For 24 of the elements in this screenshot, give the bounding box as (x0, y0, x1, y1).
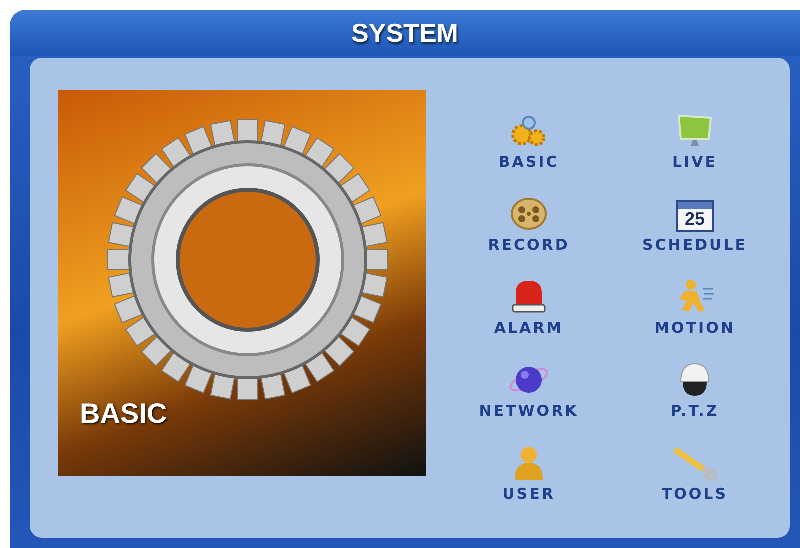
menu-item[interactable]: LIVE (620, 94, 770, 177)
menu-label: P.T.Z (670, 402, 720, 420)
menu-item[interactable]: USER (454, 426, 604, 509)
menu-label: BASIC (498, 153, 560, 171)
menu-label: SCHEDULE (641, 236, 749, 254)
menu-item[interactable]: BASIC (454, 94, 604, 177)
preview-caption: BASIC (80, 398, 168, 430)
menu-label: MOTION (654, 319, 736, 337)
wrench-icon (673, 445, 717, 481)
menu-label: NETWORK (478, 402, 580, 420)
menu-label: LIVE (672, 153, 718, 171)
menu-item[interactable]: TOOLS (620, 426, 770, 509)
menu-item[interactable]: 25 SCHEDULE (620, 177, 770, 260)
menu-label: RECORD (487, 236, 571, 254)
menu-item[interactable]: P.T.Z (620, 343, 770, 426)
menu-item[interactable]: RECORD (454, 177, 604, 260)
menu-label: TOOLS (660, 485, 730, 503)
calendar-icon: 25 (676, 200, 714, 232)
menu-label: ALARM (493, 319, 565, 337)
menu-label: USER (502, 485, 556, 503)
menu-item[interactable]: NETWORK (454, 343, 604, 426)
menu-item[interactable]: ALARM (454, 260, 604, 343)
window-title: SYSTEM (352, 18, 458, 48)
menu-item[interactable]: MOTION (620, 260, 770, 343)
